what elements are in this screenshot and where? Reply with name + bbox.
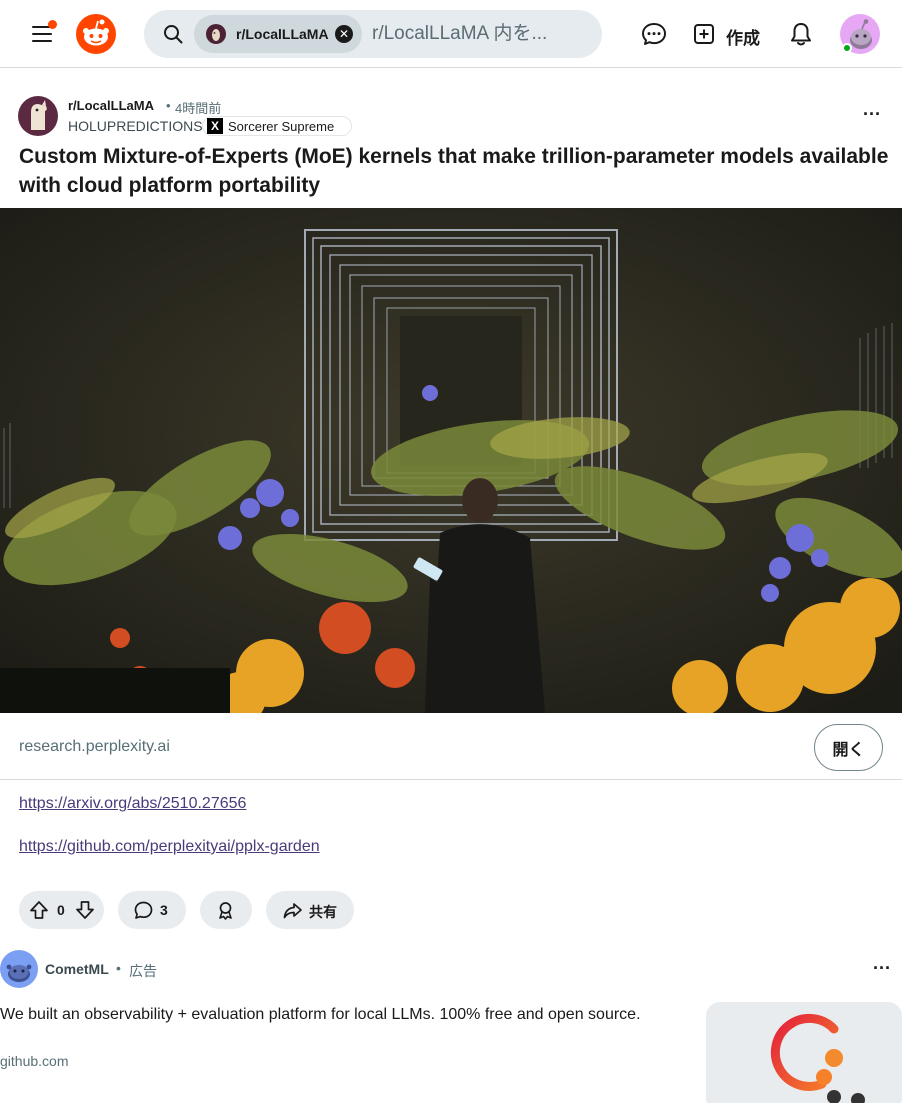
chip-label: r/LocalLLaMA xyxy=(236,26,329,42)
x-logo-icon: X xyxy=(207,118,223,134)
search-input[interactable] xyxy=(372,22,592,46)
meta-separator: • xyxy=(166,98,171,113)
create-label: 作成 xyxy=(726,29,760,48)
ad-thumbnail[interactable] xyxy=(706,1002,902,1103)
chat-icon[interactable] xyxy=(638,18,670,50)
ad-overflow-menu-icon[interactable]: ··· xyxy=(870,959,894,978)
award-icon xyxy=(219,902,232,920)
search-icon xyxy=(164,25,183,44)
subreddit-avatar[interactable] xyxy=(18,96,58,136)
comment-icon xyxy=(134,901,153,919)
post-author[interactable]: HOLUPREDICTIONS xyxy=(68,118,203,134)
github-link[interactable]: https://github.com/perplexityai/pplx-gar… xyxy=(19,838,320,856)
vote-pill: 0 xyxy=(19,891,104,929)
vote-count: 0 xyxy=(57,902,65,918)
post-overflow-menu-icon[interactable]: ··· xyxy=(860,105,884,124)
comment-count: 3 xyxy=(160,902,168,918)
link-preview-bar: research.perplexity.ai 開く xyxy=(0,713,902,780)
reddit-logo[interactable] xyxy=(76,14,116,54)
link-domain[interactable]: research.perplexity.ai xyxy=(19,738,170,756)
share-button[interactable]: 共有 xyxy=(266,891,354,929)
subreddit-search-chip: r/LocalLLaMA ✕ xyxy=(194,15,362,53)
ad-domain[interactable]: github.com xyxy=(0,1053,68,1069)
subreddit-chip-avatar xyxy=(206,24,226,44)
post-time: 4時間前 xyxy=(175,101,222,116)
chip-close-icon[interactable]: ✕ xyxy=(335,25,353,43)
post-title[interactable]: Custom Mixture-of-Experts (MoE) kernels … xyxy=(19,142,889,200)
plus-square-icon xyxy=(694,24,714,44)
downvote-icon[interactable] xyxy=(75,900,95,920)
flair-label: Sorcerer Supreme xyxy=(228,119,335,134)
create-post-button[interactable]: 作成 xyxy=(690,16,770,52)
top-header: r/LocalLLaMA ✕ 作成 xyxy=(0,0,902,68)
advertiser-avatar[interactable] xyxy=(0,950,38,988)
upvote-icon[interactable] xyxy=(29,900,49,920)
bell-icon[interactable] xyxy=(785,18,817,50)
share-label: 共有 xyxy=(309,904,337,920)
arxiv-link[interactable]: https://arxiv.org/abs/2510.27656 xyxy=(19,795,246,813)
subreddit-name[interactable]: r/LocalLLaMA xyxy=(68,98,154,113)
online-status-dot xyxy=(842,43,852,53)
ad-label: 広告 xyxy=(129,963,157,979)
search-bar[interactable]: r/LocalLLaMA ✕ xyxy=(144,10,602,58)
open-link-button[interactable]: 開く xyxy=(814,724,883,771)
award-button[interactable] xyxy=(200,891,252,929)
share-icon xyxy=(283,903,302,919)
advertiser-name[interactable]: CometML xyxy=(45,961,109,977)
notification-dot xyxy=(48,20,57,29)
user-flair: X Sorcerer Supreme xyxy=(202,116,352,136)
post-meta: r/LocalLLaMA • 4時間前 HOLUPREDICTIONS X So… xyxy=(18,96,888,138)
hamburger-menu-icon[interactable] xyxy=(30,20,57,46)
ad-headline[interactable]: We built an observability + evaluation p… xyxy=(0,1005,690,1025)
post-thumbnail-image[interactable] xyxy=(0,208,902,713)
ad-separator: • xyxy=(116,960,121,976)
comments-button[interactable]: 3 xyxy=(118,891,186,929)
